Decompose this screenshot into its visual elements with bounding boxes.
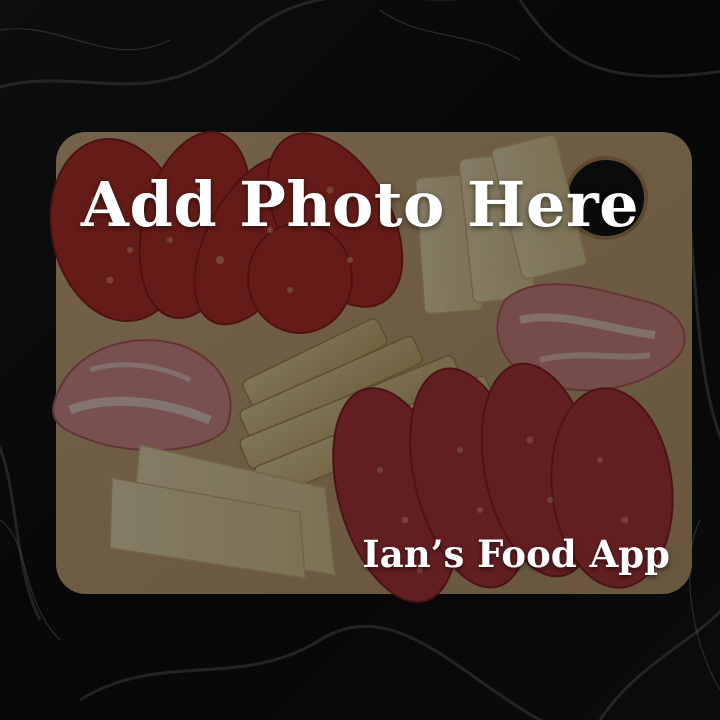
charcuterie-background-image bbox=[0, 0, 720, 720]
photo-placeholder[interactable]: Add Photo Here Ian’s Food App bbox=[0, 0, 720, 720]
